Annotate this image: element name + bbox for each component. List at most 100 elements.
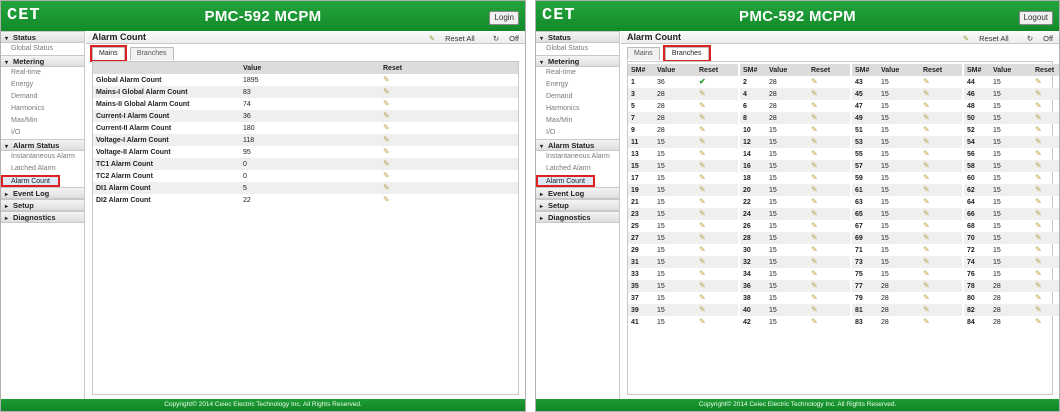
reset-eraser-icon[interactable]: ✎ bbox=[699, 209, 706, 218]
reset-eraser-icon[interactable]: ✎ bbox=[923, 257, 930, 266]
reset-eraser-icon[interactable]: ✎ bbox=[699, 149, 706, 158]
refresh-off-toggle[interactable]: ↻ Off bbox=[485, 34, 519, 43]
reset-eraser-icon[interactable]: ✎ bbox=[1035, 233, 1042, 242]
sidebar-item-real-time[interactable]: Real-time bbox=[1, 67, 84, 79]
reset-eraser-icon[interactable]: ✎ bbox=[811, 197, 818, 206]
sidebar-item-i-o[interactable]: I/O bbox=[1, 127, 84, 139]
sidebar-item-instantaneous-alarm[interactable]: Instantaneous Alarm bbox=[1, 151, 84, 163]
reset-eraser-icon[interactable]: ✎ bbox=[699, 185, 706, 194]
reset-eraser-icon[interactable]: ✎ bbox=[1035, 245, 1042, 254]
reset-eraser-icon[interactable]: ✎ bbox=[1035, 125, 1042, 134]
reset-eraser-icon[interactable]: ✎ bbox=[383, 87, 390, 96]
reset-eraser-icon[interactable]: ✎ bbox=[811, 89, 818, 98]
reset-eraser-icon[interactable]: ✎ bbox=[811, 77, 818, 86]
reset-eraser-icon[interactable]: ✎ bbox=[811, 305, 818, 314]
reset-eraser-icon[interactable]: ✎ bbox=[811, 221, 818, 230]
reset-eraser-icon[interactable]: ✎ bbox=[923, 113, 930, 122]
reset-eraser-icon[interactable]: ✎ bbox=[811, 293, 818, 302]
sidebar-item-max-min[interactable]: Max/Min bbox=[536, 115, 619, 127]
reset-eraser-icon[interactable]: ✎ bbox=[811, 173, 818, 182]
sidebar-item-max-min[interactable]: Max/Min bbox=[1, 115, 84, 127]
reset-eraser-icon[interactable]: ✎ bbox=[699, 245, 706, 254]
reset-eraser-icon[interactable]: ✎ bbox=[1035, 269, 1042, 278]
reset-eraser-icon[interactable]: ✎ bbox=[923, 233, 930, 242]
reset-eraser-icon[interactable]: ✎ bbox=[1035, 209, 1042, 218]
reset-eraser-icon[interactable]: ✎ bbox=[923, 293, 930, 302]
reset-eraser-icon[interactable]: ✎ bbox=[811, 281, 818, 290]
reset-eraser-icon[interactable]: ✎ bbox=[1035, 257, 1042, 266]
reset-eraser-icon[interactable]: ✎ bbox=[699, 305, 706, 314]
sidebar-item-energy[interactable]: Energy bbox=[1, 79, 84, 91]
reset-eraser-icon[interactable]: ✎ bbox=[811, 317, 818, 326]
reset-eraser-icon[interactable]: ✎ bbox=[811, 257, 818, 266]
reset-eraser-icon[interactable]: ✎ bbox=[1035, 77, 1042, 86]
reset-all-button[interactable]: ✎ Reset All bbox=[955, 34, 1009, 43]
reset-eraser-icon[interactable]: ✎ bbox=[811, 161, 818, 170]
reset-eraser-icon[interactable]: ✎ bbox=[811, 113, 818, 122]
reset-eraser-icon[interactable]: ✎ bbox=[923, 161, 930, 170]
reset-eraser-icon[interactable]: ✎ bbox=[699, 257, 706, 266]
reset-eraser-icon[interactable]: ✎ bbox=[811, 101, 818, 110]
reset-eraser-icon[interactable]: ✎ bbox=[699, 125, 706, 134]
reset-eraser-icon[interactable]: ✎ bbox=[383, 147, 390, 156]
sidebar-section-alarm-status[interactable]: ▾ Alarm Status bbox=[1, 139, 84, 151]
sidebar-item-harmonics[interactable]: Harmonics bbox=[536, 103, 619, 115]
reset-eraser-icon[interactable]: ✎ bbox=[923, 137, 930, 146]
reset-all-button[interactable]: ✎ Reset All bbox=[421, 34, 475, 43]
reset-eraser-icon[interactable]: ✎ bbox=[699, 101, 706, 110]
sidebar-item-global-status[interactable]: Global Status bbox=[536, 43, 619, 55]
tab-mains[interactable]: Mains bbox=[627, 47, 660, 60]
reset-eraser-icon[interactable]: ✎ bbox=[383, 159, 390, 168]
reset-eraser-icon[interactable]: ✎ bbox=[811, 125, 818, 134]
sidebar-item-latched-alarm[interactable]: Latched Alarm bbox=[1, 163, 84, 175]
sidebar-section-diagnostics[interactable]: ▸ Diagnostics bbox=[1, 211, 84, 223]
reset-eraser-icon[interactable]: ✎ bbox=[1035, 149, 1042, 158]
reset-eraser-icon[interactable]: ✎ bbox=[923, 317, 930, 326]
reset-eraser-icon[interactable]: ✎ bbox=[383, 195, 390, 204]
reset-eraser-icon[interactable]: ✎ bbox=[811, 209, 818, 218]
reset-eraser-icon[interactable]: ✎ bbox=[923, 149, 930, 158]
reset-eraser-icon[interactable]: ✎ bbox=[1035, 89, 1042, 98]
reset-eraser-icon[interactable]: ✎ bbox=[811, 269, 818, 278]
reset-eraser-icon[interactable]: ✎ bbox=[699, 89, 706, 98]
reset-eraser-icon[interactable]: ✎ bbox=[811, 149, 818, 158]
reset-eraser-icon[interactable]: ✎ bbox=[699, 113, 706, 122]
logout-button[interactable]: Logout bbox=[1018, 11, 1053, 25]
refresh-off-toggle[interactable]: ↻ Off bbox=[1019, 34, 1053, 43]
sidebar-section-status[interactable]: ▾ Status bbox=[536, 31, 619, 43]
reset-eraser-icon[interactable]: ✎ bbox=[1035, 185, 1042, 194]
reset-eraser-icon[interactable]: ✎ bbox=[699, 317, 706, 326]
reset-eraser-icon[interactable]: ✎ bbox=[383, 99, 390, 108]
sidebar-item-real-time[interactable]: Real-time bbox=[536, 67, 619, 79]
sidebar-section-alarm-status[interactable]: ▾ Alarm Status bbox=[536, 139, 619, 151]
reset-eraser-icon[interactable]: ✎ bbox=[383, 183, 390, 192]
reset-eraser-icon[interactable]: ✎ bbox=[923, 101, 930, 110]
reset-eraser-icon[interactable]: ✎ bbox=[811, 233, 818, 242]
reset-eraser-icon[interactable]: ✎ bbox=[923, 281, 930, 290]
sidebar-item-demand[interactable]: Demand bbox=[1, 91, 84, 103]
reset-eraser-icon[interactable]: ✎ bbox=[923, 245, 930, 254]
reset-eraser-icon[interactable]: ✎ bbox=[923, 185, 930, 194]
reset-eraser-icon[interactable]: ✎ bbox=[811, 245, 818, 254]
sidebar-section-status[interactable]: ▾ Status bbox=[1, 31, 84, 43]
reset-eraser-icon[interactable]: ✎ bbox=[923, 209, 930, 218]
reset-eraser-icon[interactable]: ✎ bbox=[811, 137, 818, 146]
reset-eraser-icon[interactable]: ✎ bbox=[699, 161, 706, 170]
sidebar-section-setup[interactable]: ▸ Setup bbox=[1, 199, 84, 211]
tab-branches[interactable]: Branches bbox=[662, 45, 711, 62]
reset-eraser-icon[interactable]: ✎ bbox=[1035, 305, 1042, 314]
reset-eraser-icon[interactable]: ✎ bbox=[923, 125, 930, 134]
sidebar-section-event-log[interactable]: ▸ Event Log bbox=[536, 187, 619, 199]
sidebar-section-setup[interactable]: ▸ Setup bbox=[536, 199, 619, 211]
sidebar-item-demand[interactable]: Demand bbox=[536, 91, 619, 103]
checkmark-icon[interactable]: ✔ bbox=[699, 77, 706, 86]
sidebar-section-metering[interactable]: ▾ Metering bbox=[1, 55, 84, 67]
reset-eraser-icon[interactable]: ✎ bbox=[699, 137, 706, 146]
reset-eraser-icon[interactable]: ✎ bbox=[923, 197, 930, 206]
sidebar-item-instantaneous-alarm[interactable]: Instantaneous Alarm bbox=[536, 151, 619, 163]
reset-eraser-icon[interactable]: ✎ bbox=[699, 221, 706, 230]
tab-mains[interactable]: Mains bbox=[90, 45, 127, 62]
reset-eraser-icon[interactable]: ✎ bbox=[699, 197, 706, 206]
sidebar-item-alarm-count[interactable]: Alarm Count bbox=[536, 175, 595, 187]
reset-eraser-icon[interactable]: ✎ bbox=[383, 123, 390, 132]
